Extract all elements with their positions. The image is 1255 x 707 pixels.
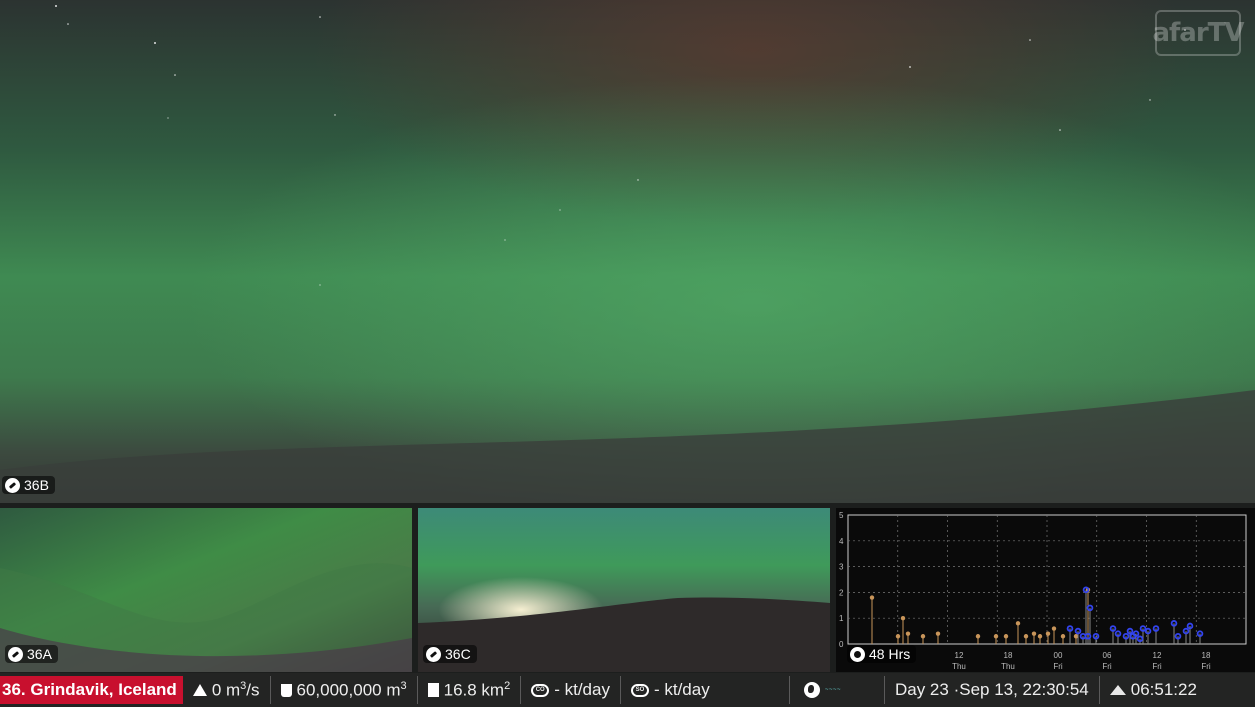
so2-icon: SO: [630, 683, 649, 697]
aurora-image-36c: [418, 508, 830, 672]
camera-icon: [5, 477, 20, 493]
quake-marker: [1074, 627, 1082, 635]
quake-marker: [993, 634, 999, 639]
x-tick-day: Thu: [1001, 662, 1015, 671]
camera-label-text: 36B: [24, 477, 49, 493]
y-tick-label: 0: [839, 640, 844, 649]
quake-marker: [1015, 621, 1021, 626]
x-tick-hour: 18: [1202, 651, 1211, 660]
quake-marker: [1051, 626, 1057, 631]
quake-marker: [895, 634, 901, 639]
partner-logo: ~~~~: [824, 687, 841, 693]
so2-emission: SO - kt/day: [621, 676, 790, 704]
x-tick-hour: 18: [1004, 651, 1013, 660]
quake-marker: [1136, 635, 1144, 643]
x-tick-hour: 12: [1153, 651, 1162, 660]
camera-feed-36c[interactable]: 36C: [418, 508, 830, 672]
location-label: 36. Grindavik, Iceland: [0, 676, 183, 704]
y-tick-label: 1: [839, 614, 844, 623]
bucket-icon: [280, 683, 292, 697]
quake-marker: [1023, 634, 1029, 639]
quake-marker: [1045, 631, 1051, 636]
separator-dot: ·: [948, 680, 960, 699]
quake-marker: [1060, 634, 1066, 639]
lava-flow-rate: 0 m3/s: [183, 676, 271, 704]
afartv-logo: afarTV: [1152, 10, 1245, 56]
y-tick-label: 2: [839, 588, 844, 597]
y-tick-label: 5: [839, 511, 844, 520]
camera-label-36c[interactable]: 36C: [423, 645, 477, 663]
day-counter: Day 23: [894, 680, 949, 699]
x-tick-day: Fri: [1152, 662, 1162, 671]
area-icon: [427, 683, 439, 697]
quake-marker: [905, 631, 911, 636]
volcano-icon: [1109, 685, 1126, 695]
quake-marker: [1170, 620, 1178, 627]
quake-marker: [1031, 631, 1037, 636]
flask-icon: [192, 684, 207, 696]
camera-label-text: 36C: [445, 646, 471, 662]
volume-exponent: 3: [400, 679, 407, 692]
lava-area: 16.8 km2: [418, 676, 522, 704]
quake-marker: [975, 634, 981, 639]
so2-value: - kt/day: [653, 680, 710, 699]
camera-label-36a[interactable]: 36A: [5, 645, 58, 663]
globe-icon: [803, 682, 820, 698]
earthquake-chart-panel[interactable]: 0 1 2 3 4 5 12 Thu 18 Thu 00 Fri 06 Fri 12 Fri 18 Fri 48 …: [836, 508, 1255, 672]
earthquake-indicator[interactable]: ~~~~: [796, 676, 885, 704]
main-camera-feed[interactable]: afarTV 36B: [0, 0, 1255, 503]
y-tick-label: 4: [839, 537, 844, 546]
chart-frame: [847, 514, 1247, 645]
quake-marker: [869, 595, 875, 600]
quake-marker: [900, 616, 906, 621]
aurora-image-36a: [0, 508, 412, 672]
camera-feed-36a[interactable]: 36A: [0, 508, 412, 672]
camera-label-text: 36A: [27, 646, 52, 662]
chart-range-text: 48 Hrs: [869, 646, 911, 662]
quake-marker: [935, 631, 941, 636]
aurora-sky-image: [0, 0, 1255, 503]
quake-marker: [1037, 634, 1043, 639]
camera-label-36b[interactable]: 36B: [2, 476, 55, 494]
quake-marker: [1144, 627, 1152, 635]
flow-unit: /s: [246, 680, 260, 700]
x-tick-day: Fri: [1053, 662, 1063, 671]
area-exponent: 2: [504, 679, 511, 692]
globe-icon: [850, 646, 865, 662]
volume-value: 60,000,000 m: [296, 680, 401, 700]
quake-marker: [1182, 627, 1190, 635]
chart-range-label[interactable]: 48 Hrs: [847, 645, 917, 663]
status-bar: 36. Grindavik, Iceland 0 m3/s 60,000,000…: [0, 673, 1255, 707]
countdown-value: 06:51:22: [1130, 680, 1197, 699]
x-tick-hour: 00: [1054, 651, 1063, 660]
quake-marker: [1003, 634, 1009, 639]
co2-icon: CO: [531, 683, 550, 697]
x-tick-day: Fri: [1201, 662, 1211, 671]
x-tick-day: Fri: [1102, 662, 1112, 671]
countdown-timer: 06:51:22: [1100, 676, 1207, 704]
co2-emission: CO - kt/day: [521, 676, 621, 704]
x-tick-hour: 12: [955, 651, 964, 660]
quake-marker: [1126, 627, 1134, 635]
lava-volume: 60,000,000 m3: [271, 676, 418, 704]
y-tick-label: 3: [839, 563, 844, 572]
datetime-value: Sep 13, 22:30:54: [959, 680, 1089, 699]
eruption-datetime: Day 23 · Sep 13, 22:30:54: [885, 676, 1100, 704]
area-value: 16.8 km: [443, 680, 505, 700]
quake-marker: [920, 634, 926, 639]
camera-icon: [426, 646, 441, 662]
camera-icon: [8, 646, 23, 662]
flow-value: 0 m: [211, 680, 241, 700]
x-tick-hour: 06: [1103, 651, 1112, 660]
co2-value: - kt/day: [554, 680, 610, 699]
x-tick-day: Thu: [952, 662, 966, 671]
